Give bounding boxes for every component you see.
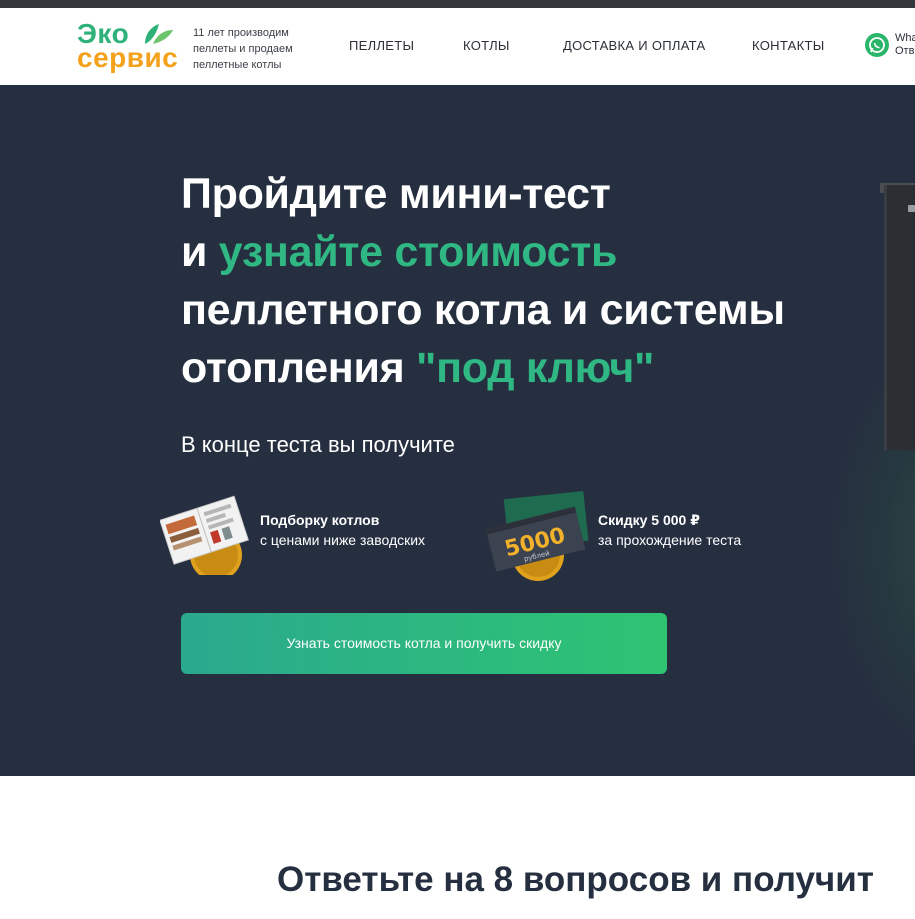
headline-line3: пеллетного котла и системы: [181, 286, 785, 334]
discount-certificate-icon: 5000 рублей: [486, 490, 589, 581]
get-price-button-label: Узнать стоимость котла и получить скидку: [286, 635, 562, 651]
boiler-image: [884, 185, 915, 450]
hero-subhead: В конце теста вы получите: [181, 432, 455, 457]
hero-headline: Пройдите мини-тест и узнайте стоимость п…: [181, 165, 881, 397]
leaf-icon: [145, 24, 173, 44]
whatsapp-label[interactable]: Wha Отв: [895, 32, 915, 58]
headline-highlight-price: узнайте стоимость: [218, 228, 618, 276]
headline-line2-prefix: и: [181, 228, 219, 276]
headline-line4-prefix: отопления: [181, 344, 417, 392]
quiz-section-title: Ответьте на 8 вопросов и получит: [277, 860, 874, 899]
benefit-title-catalog: Подборку котлов: [260, 512, 380, 528]
benefit-title-discount: Скидку 5 000 ₽: [598, 512, 700, 528]
hero-section: Пройдите мини-тест и узнайте стоимость п…: [0, 85, 915, 776]
benefit-text-discount: за прохождение теста: [598, 532, 742, 548]
site-header: Эко сервис 11 лет производим пеллеты и п…: [0, 8, 915, 85]
nav-pellets[interactable]: ПЕЛЛЕТЫ: [349, 38, 414, 53]
headline-highlight-turnkey: "под ключ": [416, 344, 655, 392]
benefit-text-catalog: с ценами ниже заводских: [260, 532, 426, 548]
nav-delivery-payment[interactable]: ДОСТАВКА И ОПЛАТА: [563, 38, 705, 53]
nav-contacts[interactable]: КОНТАКТЫ: [752, 38, 825, 53]
nav-boilers[interactable]: КОТЛЫ: [463, 38, 510, 53]
whatsapp-icon[interactable]: [865, 33, 889, 57]
get-price-button[interactable]: Узнать стоимость котла и получить скидку: [181, 613, 667, 674]
logo-word-servis: сервис: [77, 42, 179, 73]
tagline: 11 лет производим пеллеты и продаем пелл…: [193, 27, 293, 71]
headline-line1: Пройдите мини-тест: [181, 170, 611, 218]
boiler-indicator: [908, 205, 915, 212]
whatsapp-label-line1: Wha: [895, 32, 915, 44]
logo[interactable]: Эко сервис: [77, 20, 179, 76]
whatsapp-label-line2: Отв: [895, 45, 915, 57]
catalog-icon: [160, 495, 249, 575]
top-strip: [0, 0, 915, 8]
